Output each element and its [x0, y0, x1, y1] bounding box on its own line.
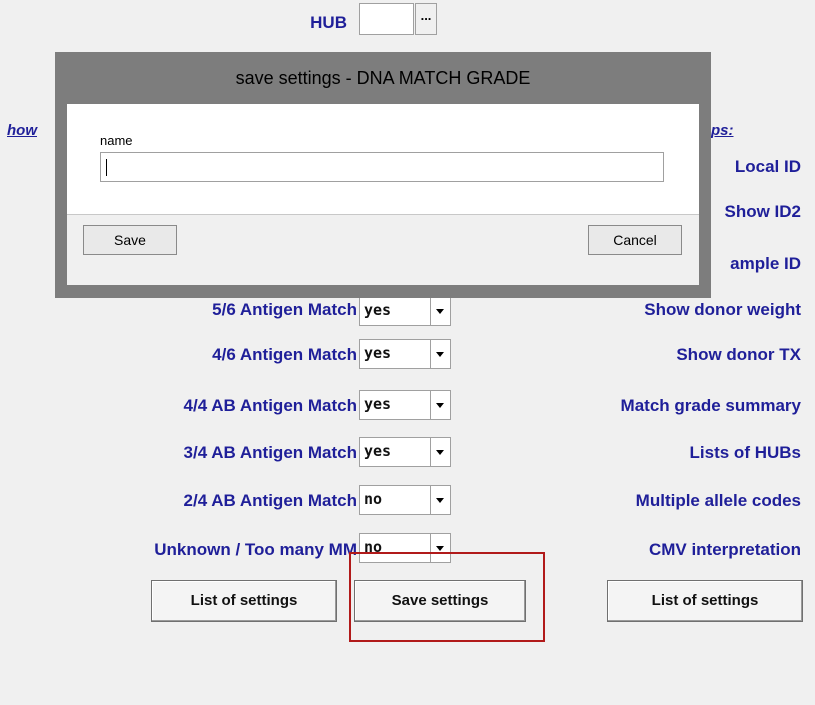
list-of-settings-button-right[interactable]: List of settings [607, 580, 803, 622]
row-label-4-4-ab: 4/4 AB Antigen Match [183, 396, 357, 415]
row-label-5-6: 5/6 Antigen Match [212, 300, 357, 319]
select-3-4-ab[interactable]: yes [359, 437, 451, 467]
multiple-allele-codes-label: Multiple allele codes [635, 491, 801, 510]
select-value: yes [364, 442, 392, 460]
row-label-4-6: 4/6 Antigen Match [212, 345, 357, 364]
dialog-title: save settings - DNA MATCH GRADE [55, 52, 711, 104]
dialog-panel: name Save Cancel [67, 104, 699, 285]
match-grade-summary-label: Match grade summary [620, 396, 801, 415]
button-label: List of settings [190, 592, 298, 609]
highlight-box [349, 552, 545, 642]
options-link[interactable]: ps: [711, 122, 734, 139]
show-donor-tx-label: Show donor TX [676, 345, 801, 364]
list-of-settings-button-left[interactable]: List of settings [151, 580, 337, 622]
lists-of-hubs-label: Lists of HUBs [689, 443, 801, 462]
select-divider [430, 391, 431, 419]
chevron-down-icon [436, 309, 444, 314]
select-divider [430, 340, 431, 368]
select-5-6[interactable]: yes [359, 296, 451, 326]
chevron-down-icon [436, 498, 444, 503]
dialog-save-button[interactable]: Save [83, 225, 177, 255]
hub-input[interactable] [359, 3, 414, 35]
name-input[interactable] [100, 152, 664, 182]
row-label-3-4-ab: 3/4 AB Antigen Match [183, 443, 357, 462]
select-divider [430, 297, 431, 325]
text-caret [106, 159, 107, 176]
show-link[interactable]: how [7, 122, 37, 139]
local-id-label: Local ID [734, 157, 801, 176]
cmv-interpretation-label: CMV interpretation [648, 540, 801, 559]
select-value: yes [364, 301, 392, 319]
dialog-footer: Save Cancel [67, 214, 699, 285]
chevron-down-icon [436, 450, 444, 455]
select-4-6[interactable]: yes [359, 339, 451, 369]
select-divider [430, 438, 431, 466]
row-label-2-4-ab: 2/4 AB Antigen Match [183, 491, 357, 510]
select-value: yes [364, 395, 392, 413]
save-settings-dialog: save settings - DNA MATCH GRADE name Sav… [55, 52, 711, 298]
ellipsis-icon: ... [420, 8, 432, 23]
row-label-unknown: Unknown / Too many MM [154, 540, 357, 559]
hub-label: HUB [310, 13, 347, 32]
select-2-4-ab[interactable]: no [359, 485, 451, 515]
sample-id-label: ample ID [730, 254, 801, 273]
hub-browse-button[interactable]: ... [415, 3, 437, 35]
chevron-down-icon [436, 403, 444, 408]
chevron-down-icon [436, 352, 444, 357]
dialog-cancel-button[interactable]: Cancel [588, 225, 682, 255]
select-value: no [364, 490, 383, 508]
select-divider [430, 486, 431, 514]
select-4-4-ab[interactable]: yes [359, 390, 451, 420]
show-donor-weight-label: Show donor weight [644, 300, 801, 319]
button-label: List of settings [651, 592, 759, 609]
name-label: name [100, 133, 133, 148]
chevron-down-icon [436, 546, 444, 551]
show-id2-label: Show ID2 [724, 202, 801, 221]
select-value: yes [364, 344, 392, 362]
